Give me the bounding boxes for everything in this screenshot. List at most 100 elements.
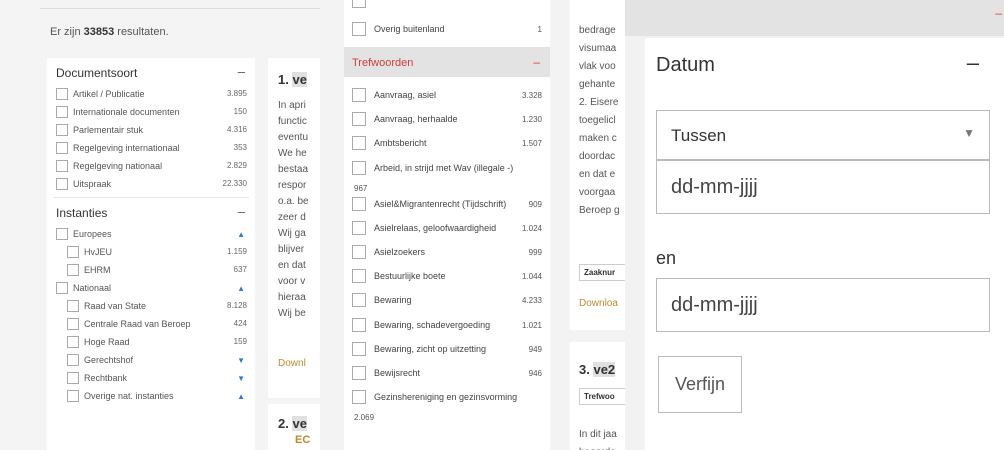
checkbox[interactable] bbox=[56, 142, 68, 154]
checkbox[interactable] bbox=[56, 160, 68, 172]
facet-header-trefwoorden[interactable]: Trefwoorden – bbox=[344, 47, 550, 77]
facet-item[interactable]: Gerechtshof ▼ bbox=[47, 352, 255, 370]
facet-item[interactable]: Ambtsbericht 1.507 bbox=[352, 136, 542, 156]
facet-item[interactable]: Overige nat. instanties ▲ bbox=[47, 388, 255, 406]
download-link[interactable]: Downloa bbox=[579, 298, 618, 309]
facet-item[interactable]: Bewaring, schadevergoeding 1.021 bbox=[352, 317, 542, 338]
facet-item[interactable]: Gezinshereniging en gezinsvorming 2.069 bbox=[352, 390, 542, 428]
checkbox[interactable] bbox=[56, 88, 68, 100]
facet-item[interactable]: Aanvraag, asiel 3.328 bbox=[352, 88, 542, 108]
result-title[interactable]: 2. ve bbox=[278, 416, 307, 431]
facet-item[interactable]: Asiel&Migrantenrecht (Tijdschrift) 909 bbox=[352, 196, 542, 217]
chevron-down-icon[interactable]: ▼ bbox=[237, 356, 245, 365]
checkbox[interactable] bbox=[67, 372, 79, 384]
collapse-icon[interactable]: – bbox=[533, 55, 540, 69]
checkbox[interactable] bbox=[352, 0, 366, 8]
facet-item[interactable]: Bewaring, zicht op uitzetting 949 bbox=[352, 341, 542, 362]
facet-item[interactable] bbox=[352, 0, 542, 8]
chevron-up-icon[interactable]: ▲ bbox=[237, 230, 245, 239]
download-link[interactable]: Downl bbox=[278, 358, 306, 369]
facet-item[interactable]: Regelgeving nationaal 2.829 bbox=[47, 158, 255, 176]
refine-button[interactable]: Verfijn bbox=[658, 356, 742, 413]
checkbox[interactable] bbox=[67, 318, 79, 330]
snippet-line: o.a. be bbox=[278, 196, 309, 207]
collapse-icon[interactable]: – bbox=[238, 204, 245, 219]
select-value: Tussen bbox=[671, 126, 727, 145]
facet-item[interactable]: EHRM 637 bbox=[47, 262, 255, 280]
snippet-line: functic bbox=[278, 116, 307, 127]
facet-group[interactable]: Nationaal ▲ bbox=[47, 280, 255, 298]
facet-item[interactable]: Parlementair stuk 4.316 bbox=[47, 122, 255, 140]
facet-group[interactable]: Europees ▲ bbox=[47, 226, 255, 244]
facet-panel: Overig buitenland 1 Trefwoorden – Aanvra… bbox=[344, 0, 550, 450]
collapse-icon[interactable]: – bbox=[967, 50, 979, 76]
date-to-input[interactable] bbox=[656, 278, 990, 332]
checkbox[interactable] bbox=[352, 220, 366, 235]
checkbox[interactable] bbox=[352, 160, 366, 175]
result-title[interactable]: 3. ve2 bbox=[579, 362, 616, 377]
facet-item[interactable]: Aanvraag, herhaalde 1.230 bbox=[352, 112, 542, 132]
facet-item[interactable]: Bewijsrecht 946 bbox=[352, 366, 542, 386]
facet-item-label: Gezinshereniging en gezinsvorming bbox=[374, 392, 518, 403]
chevron-down-icon[interactable]: ▼ bbox=[237, 374, 245, 383]
facet-item[interactable]: Artikel / Publicatie 3.895 bbox=[47, 86, 255, 104]
checkbox[interactable] bbox=[352, 317, 366, 332]
checkbox[interactable] bbox=[352, 341, 366, 356]
facet-item-label: EHRM bbox=[84, 265, 111, 275]
facet-item[interactable]: Asielzoekers 999 bbox=[352, 245, 542, 265]
checkbox[interactable] bbox=[352, 136, 366, 151]
result-card: 1. ve In apri functic eventu We he bestaa res… bbox=[268, 58, 320, 398]
facet-item-label: Bewaring bbox=[374, 295, 412, 306]
checkbox[interactable] bbox=[352, 196, 366, 211]
checkbox[interactable] bbox=[56, 178, 68, 190]
results-count: 33853 bbox=[83, 26, 115, 38]
facet-header[interactable]: – bbox=[625, 0, 1004, 36]
date-from-input[interactable] bbox=[656, 160, 990, 214]
collapse-icon[interactable]: – bbox=[238, 64, 245, 79]
checkbox[interactable] bbox=[352, 245, 366, 259]
facet-header-documentsoort[interactable]: Documentsoort – bbox=[47, 58, 255, 86]
snippet-line: visumaa bbox=[579, 43, 617, 54]
checkbox[interactable] bbox=[352, 269, 366, 284]
checkbox[interactable] bbox=[56, 228, 68, 240]
facet-item[interactable]: Asielrelaas, geloofwaardigheid 1.024 bbox=[352, 220, 542, 241]
checkbox[interactable] bbox=[67, 336, 79, 348]
collapse-icon[interactable]: – bbox=[995, 6, 1002, 20]
checkbox[interactable] bbox=[56, 282, 68, 294]
facet-item[interactable]: Rechtbank ▼ bbox=[47, 370, 255, 388]
checkbox[interactable] bbox=[56, 124, 68, 136]
facet-item-count: 150 bbox=[233, 107, 247, 116]
checkbox[interactable] bbox=[56, 106, 68, 118]
facet-item[interactable]: Hoge Raad 159 bbox=[47, 334, 255, 352]
checkbox[interactable] bbox=[67, 390, 79, 402]
result-title[interactable]: 1. ve bbox=[278, 72, 307, 87]
checkbox[interactable] bbox=[67, 354, 79, 366]
checkbox[interactable] bbox=[352, 112, 366, 127]
facet-item[interactable]: Overig buitenland 1 bbox=[352, 22, 542, 38]
checkbox[interactable] bbox=[352, 293, 366, 308]
checkbox[interactable] bbox=[67, 300, 79, 312]
facet-item[interactable]: Bestuurlijke boete 1.044 bbox=[352, 269, 542, 289]
facet-item[interactable]: Bewaring 4.233 bbox=[352, 293, 542, 313]
checkbox[interactable] bbox=[67, 264, 79, 276]
chevron-up-icon[interactable]: ▲ bbox=[237, 392, 245, 401]
date-mode-select[interactable]: Tussen ▼ bbox=[656, 110, 990, 160]
facet-item[interactable]: Regelgeving internationaal 353 bbox=[47, 140, 255, 158]
facet-item[interactable]: HvJEU 1.159 bbox=[47, 244, 255, 262]
checkbox[interactable] bbox=[352, 366, 366, 380]
facet-item[interactable]: Internationale documenten 150 bbox=[47, 104, 255, 122]
facet-item[interactable]: Arbeid, in strijd met Wav (illegale -) 96… bbox=[352, 160, 542, 199]
checkbox[interactable] bbox=[352, 22, 366, 36]
checkbox[interactable] bbox=[352, 88, 366, 102]
facet-header-instanties[interactable]: Instanties – bbox=[47, 198, 255, 226]
checkbox[interactable] bbox=[352, 390, 366, 405]
facet-item[interactable]: Raad van State 8.128 bbox=[47, 298, 255, 316]
facet-item-label: Asiel&Migrantenrecht (Tijdschrift) bbox=[374, 198, 507, 209]
snippet-line: Beroep g bbox=[579, 205, 620, 216]
facet-item[interactable]: Uitspraak 22.330 bbox=[47, 176, 255, 194]
facet-item-count: 4.316 bbox=[226, 125, 247, 134]
keywords-pane: Overig buitenland 1 Trefwoorden – Aanvra… bbox=[320, 0, 570, 450]
chevron-up-icon[interactable]: ▲ bbox=[237, 284, 245, 293]
facet-item[interactable]: Centrale Raad van Beroep 424 bbox=[47, 316, 255, 334]
checkbox[interactable] bbox=[67, 246, 79, 258]
